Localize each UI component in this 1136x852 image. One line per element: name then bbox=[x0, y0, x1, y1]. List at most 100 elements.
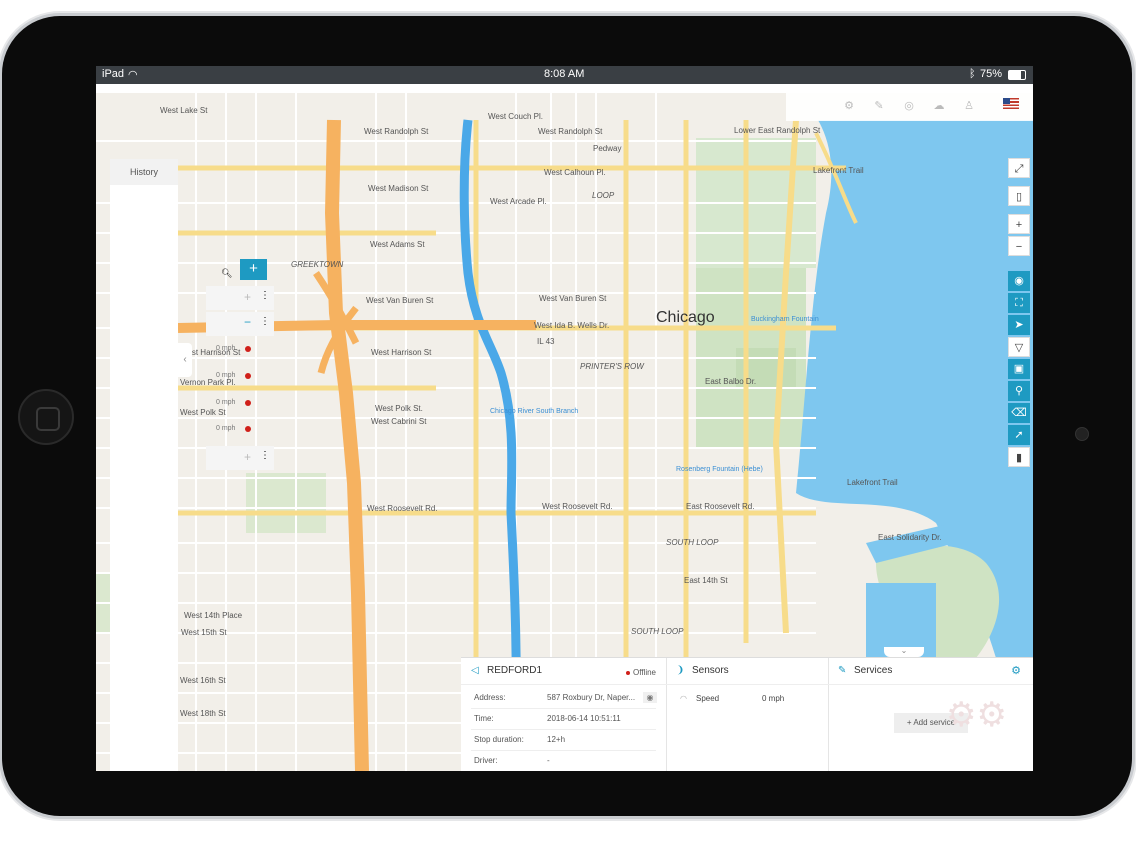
object-row[interactable]: 0 mph bbox=[206, 365, 274, 389]
map-tools-blue: ◉ ⛶ ➤ ▽ ▣ ⚲ ⌫ ➚ ▮ bbox=[1008, 271, 1030, 469]
map-tools-top: ⤢ ▯ + − bbox=[1008, 158, 1030, 258]
status-dot bbox=[245, 346, 251, 352]
status-bar: iPad ◠ 8:08 AM ᛒ 75% bbox=[96, 66, 1033, 84]
object-header: ◁ REDFORD1 Offline bbox=[461, 658, 666, 685]
svg-text:West 16th St: West 16th St bbox=[180, 676, 226, 685]
eye-icon[interactable]: ◉ bbox=[643, 692, 657, 703]
object-speed: 0 mph bbox=[216, 425, 236, 432]
zoom-out-button[interactable]: − bbox=[1008, 236, 1030, 256]
collapse-icon[interactable]: − bbox=[244, 315, 251, 329]
location-arrow-icon: ◁ bbox=[471, 665, 479, 676]
svg-text:West Madison St: West Madison St bbox=[368, 184, 429, 193]
svg-text:Pedway: Pedway bbox=[593, 144, 621, 153]
zoom-in-button[interactable]: + bbox=[1008, 214, 1030, 234]
svg-text:Buckingham Fountain: Buckingham Fountain bbox=[751, 316, 819, 323]
send-icon[interactable]: ➚ bbox=[1008, 425, 1030, 445]
svg-text:West Lake St: West Lake St bbox=[160, 106, 208, 115]
poi-icon[interactable]: ◉ bbox=[1008, 271, 1030, 291]
lock-icon[interactable]: ▣ bbox=[1008, 359, 1030, 379]
geofence-icon[interactable]: ⛶ bbox=[1008, 293, 1030, 313]
svg-text:SOUTH LOOP: SOUTH LOOP bbox=[631, 627, 684, 636]
svg-text:Rosenberg Fountain (Hebe): Rosenberg Fountain (Hebe) bbox=[676, 466, 763, 473]
svg-text:Lakefront Trail: Lakefront Trail bbox=[813, 166, 864, 175]
services-header: ✎ Services ⚙ bbox=[828, 658, 1033, 685]
user-icon[interactable]: ♙ bbox=[962, 99, 976, 113]
traffic-light-icon[interactable]: ▮ bbox=[1008, 447, 1030, 467]
battery-percent: 75% bbox=[980, 68, 1003, 80]
chat-icon[interactable]: ☁ bbox=[932, 99, 946, 113]
device-name: iPad bbox=[102, 68, 125, 80]
svg-text:GREEKTOWN: GREEKTOWN bbox=[291, 260, 344, 269]
route-icon[interactable]: ▽ bbox=[1008, 337, 1030, 357]
gears-decoration-icon: ⚙⚙ bbox=[946, 696, 1007, 734]
svg-text:West Roosevelt Rd.: West Roosevelt Rd. bbox=[542, 502, 613, 511]
sidebar: History bbox=[110, 159, 178, 771]
search-icon[interactable]: 🔍︎ bbox=[221, 268, 233, 280]
bluetooth-icon: ᛒ bbox=[969, 68, 976, 80]
language-flag-icon[interactable] bbox=[1003, 98, 1019, 109]
svg-text:West 15th St: West 15th St bbox=[181, 628, 227, 637]
navigate-icon[interactable]: ➤ bbox=[1008, 315, 1030, 335]
svg-text:East Balbo Dr.: East Balbo Dr. bbox=[705, 377, 756, 386]
panel-toggle-chevron-icon[interactable]: ⌄ bbox=[884, 647, 924, 657]
home-button[interactable] bbox=[18, 389, 74, 445]
gear-icon[interactable]: ⚙ bbox=[1011, 664, 1021, 677]
svg-text:Lower East Randolph St: Lower East Randolph St bbox=[734, 126, 821, 135]
sensor-value: 0 mph bbox=[762, 694, 785, 703]
tag-icon[interactable]: ⌫ bbox=[1008, 403, 1030, 423]
wifi-icon: ◠ bbox=[128, 69, 138, 81]
object-row[interactable]: 0 mph bbox=[206, 392, 274, 416]
globe-icon[interactable]: ◎ bbox=[902, 99, 916, 113]
svg-text:West Roosevelt Rd.: West Roosevelt Rd. bbox=[367, 504, 438, 513]
svg-text:East Solidarity Dr.: East Solidarity Dr. bbox=[878, 533, 942, 542]
speedometer-icon: ◠ bbox=[680, 694, 687, 703]
svg-text:SOUTH LOOP: SOUTH LOOP bbox=[666, 538, 719, 547]
marker-icon[interactable]: ⚲ bbox=[1008, 381, 1030, 401]
expand-icon[interactable]: + bbox=[244, 450, 251, 464]
svg-text:West Randolph St: West Randolph St bbox=[538, 127, 603, 136]
menu-kebab-icon[interactable]: ⋮ bbox=[260, 450, 270, 461]
object-speed: 0 mph bbox=[216, 399, 236, 406]
group-row[interactable]: + ⋮ bbox=[206, 286, 274, 310]
info-row-address: Address: 587 Roxbury Dr, Naper... bbox=[471, 688, 656, 709]
tab-history[interactable]: History bbox=[110, 159, 178, 185]
svg-text:West Polk St.: West Polk St. bbox=[375, 404, 423, 413]
svg-text:West Arcade Pl.: West Arcade Pl. bbox=[490, 197, 547, 206]
svg-text:IL 43: IL 43 bbox=[537, 337, 555, 346]
object-row[interactable]: 0 mph bbox=[206, 338, 274, 362]
map-layers-icon[interactable]: ▯ bbox=[1008, 186, 1030, 206]
svg-text:Chicago River South Branch: Chicago River South Branch bbox=[490, 408, 578, 415]
svg-text:West 18th St: West 18th St bbox=[180, 709, 226, 718]
camera-icon bbox=[1075, 427, 1089, 441]
svg-text:West Van Buren St: West Van Buren St bbox=[366, 296, 434, 305]
app-topbar bbox=[96, 84, 1033, 93]
signal-icon: ❩ bbox=[676, 665, 685, 676]
add-object-button[interactable]: + bbox=[240, 259, 267, 280]
svg-text:West Cabrini St: West Cabrini St bbox=[371, 417, 427, 426]
expand-icon[interactable]: + bbox=[244, 290, 251, 304]
svg-text:West Randolph St: West Randolph St bbox=[364, 127, 429, 136]
object-details-panel: ◁ REDFORD1 Offline Address: 587 Roxbury D… bbox=[461, 657, 1033, 771]
info-row-driver: Driver: - bbox=[474, 756, 550, 765]
menu-kebab-icon[interactable]: ⋮ bbox=[260, 290, 270, 301]
city-label: Chicago bbox=[656, 309, 715, 326]
svg-text:West Couch Pl.: West Couch Pl. bbox=[488, 112, 543, 121]
sidebar-collapse-button[interactable]: ‹ bbox=[178, 343, 192, 377]
services-column: ✎ Services ⚙ + Add service ⚙⚙ bbox=[828, 658, 1033, 771]
settings-icon[interactable]: ⚙ bbox=[842, 99, 856, 113]
fullscreen-icon[interactable]: ⤢ bbox=[1008, 158, 1030, 178]
svg-text:Lakefront Trail: Lakefront Trail bbox=[847, 478, 898, 487]
group-row[interactable]: + ⋮ bbox=[206, 446, 274, 470]
svg-text:West Van Buren St: West Van Buren St bbox=[539, 294, 607, 303]
svg-text:LOOP: LOOP bbox=[592, 191, 615, 200]
status-dot bbox=[245, 373, 251, 379]
menu-kebab-icon[interactable]: ⋮ bbox=[260, 316, 270, 327]
group-row-expanded[interactable]: − ⋮ bbox=[206, 312, 274, 336]
wrench-icon: ✎ bbox=[838, 665, 847, 676]
services-title: Services bbox=[854, 665, 893, 676]
object-row[interactable]: 0 mph bbox=[206, 418, 274, 442]
tools-icon[interactable]: ✎ bbox=[872, 99, 886, 113]
object-speed: 0 mph bbox=[216, 345, 236, 352]
sensors-title: Sensors bbox=[692, 665, 729, 676]
battery-icon bbox=[1008, 70, 1026, 80]
